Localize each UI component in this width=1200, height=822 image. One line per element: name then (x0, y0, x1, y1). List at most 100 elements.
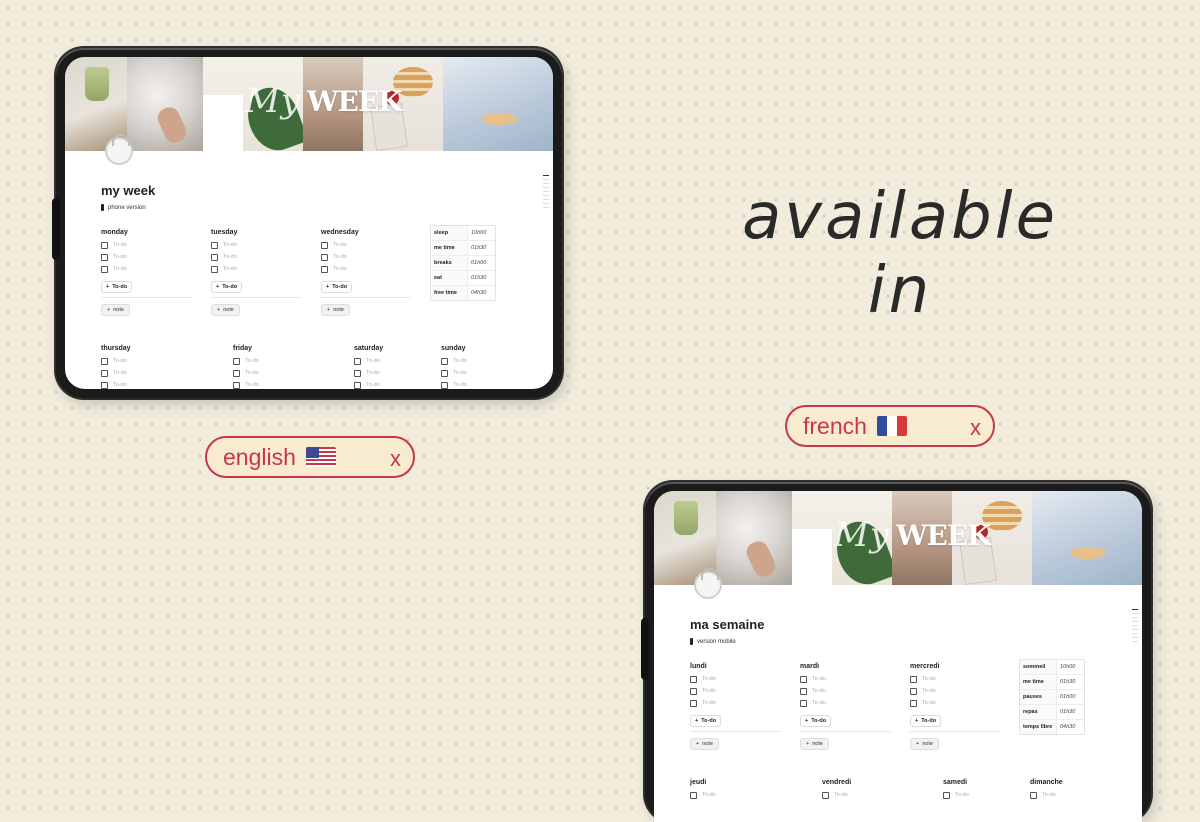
day-column-wednesday: wednesday To-do To-do To-do + To-do + note (321, 229, 413, 316)
cover-photo-breakfast (363, 57, 443, 151)
checkbox[interactable] (354, 357, 361, 365)
checkbox[interactable] (101, 241, 108, 249)
todo-item[interactable]: To-do (800, 673, 892, 685)
stat-label: sommeil (1020, 660, 1057, 674)
note-button[interactable]: + note (321, 304, 350, 316)
todo-item[interactable]: To-do (910, 685, 1002, 697)
page-content: my week phone version monday To-do To-do… (101, 177, 541, 389)
checkbox[interactable] (321, 253, 328, 261)
checkbox[interactable] (233, 357, 240, 365)
stat-row: repas 01h30 (1020, 704, 1084, 719)
close-icon[interactable]: x (970, 415, 981, 441)
cover-collage (654, 491, 1142, 585)
checkbox[interactable] (690, 675, 697, 683)
note-button[interactable]: + note (800, 738, 829, 750)
add-todo-label: To-do (222, 284, 238, 290)
checkbox[interactable] (690, 791, 697, 799)
checkbox[interactable] (690, 687, 697, 695)
checkbox[interactable] (101, 381, 108, 389)
checkbox[interactable] (354, 369, 361, 377)
add-todo-button[interactable]: + To-do (800, 715, 832, 727)
note-button[interactable]: + note (690, 738, 719, 750)
todo-item[interactable]: To-do (441, 355, 521, 367)
todo-item[interactable]: To-do (441, 379, 521, 389)
checkbox[interactable] (211, 265, 218, 273)
note-button[interactable]: + note (910, 738, 939, 750)
cover-photo-plant (203, 57, 303, 151)
divider (910, 731, 1000, 732)
add-todo-button[interactable]: + To-do (690, 715, 722, 727)
todo-item[interactable]: To-do (101, 251, 193, 263)
scroll-indicator[interactable] (1132, 609, 1138, 645)
checkbox[interactable] (233, 381, 240, 389)
todo-item[interactable]: To-do (800, 685, 892, 697)
checkbox[interactable] (800, 699, 807, 707)
checkbox[interactable] (101, 369, 108, 377)
checkbox[interactable] (441, 381, 448, 389)
todo-item[interactable]: To-do (354, 367, 446, 379)
todo-item[interactable]: To-do (690, 789, 782, 801)
todo-item[interactable]: To-do (101, 239, 193, 251)
checkbox[interactable] (910, 699, 917, 707)
english-pill[interactable]: english x (205, 436, 415, 478)
checkbox[interactable] (910, 687, 917, 695)
scroll-indicator[interactable] (543, 175, 549, 211)
checkbox[interactable] (233, 369, 240, 377)
todo-item[interactable]: To-do (690, 685, 782, 697)
stat-row: breaks 01h00 (431, 255, 495, 270)
close-icon[interactable]: x (390, 446, 401, 472)
checkbox[interactable] (101, 253, 108, 261)
todo-item[interactable]: To-do (211, 239, 303, 251)
checkbox[interactable] (321, 265, 328, 273)
todo-item[interactable]: To-do (441, 367, 521, 379)
todo-item[interactable]: To-do (101, 263, 193, 275)
note-button[interactable]: + note (101, 304, 130, 316)
checkbox[interactable] (943, 791, 950, 799)
add-todo-button[interactable]: + To-do (211, 281, 243, 293)
add-todo-button[interactable]: + To-do (321, 281, 353, 293)
todo-item[interactable]: To-do (800, 697, 892, 709)
todo-item[interactable]: To-do (101, 355, 193, 367)
todo-item[interactable]: To-do (233, 367, 325, 379)
add-todo-button[interactable]: + To-do (101, 281, 133, 293)
todo-item[interactable]: To-do (943, 789, 1035, 801)
todo-item[interactable]: To-do (321, 251, 413, 263)
checkbox[interactable] (800, 675, 807, 683)
todo-item[interactable]: To-do (690, 673, 782, 685)
todo-text: To-do (245, 382, 259, 388)
note-button[interactable]: + note (211, 304, 240, 316)
todo-item[interactable]: To-do (354, 379, 446, 389)
todo-item[interactable]: To-do (101, 367, 193, 379)
checkbox[interactable] (441, 369, 448, 377)
checkbox[interactable] (822, 791, 829, 799)
french-pill[interactable]: french x (785, 405, 995, 447)
todo-item[interactable]: To-do (211, 263, 303, 275)
checkbox[interactable] (800, 687, 807, 695)
todo-item[interactable]: To-do (233, 355, 325, 367)
todo-item[interactable]: To-do (321, 239, 413, 251)
todo-item[interactable]: To-do (1030, 789, 1110, 801)
todo-item[interactable]: To-do (354, 355, 446, 367)
checkbox[interactable] (690, 699, 697, 707)
checkbox[interactable] (101, 357, 108, 365)
checkbox[interactable] (211, 241, 218, 249)
checkbox[interactable] (211, 253, 218, 261)
todo-item[interactable]: To-do (822, 789, 914, 801)
checkbox[interactable] (1030, 791, 1037, 799)
checkbox[interactable] (910, 675, 917, 683)
checkbox[interactable] (321, 241, 328, 249)
todo-item[interactable]: To-do (101, 379, 193, 389)
todo-text: To-do (812, 700, 826, 706)
todo-item[interactable]: To-do (233, 379, 325, 389)
add-todo-button[interactable]: + To-do (910, 715, 942, 727)
checkbox[interactable] (441, 357, 448, 365)
add-todo-label: To-do (921, 718, 937, 724)
checkbox[interactable] (101, 265, 108, 273)
todo-item[interactable]: To-do (321, 263, 413, 275)
todo-item[interactable]: To-do (910, 673, 1002, 685)
todo-item[interactable]: To-do (910, 697, 1002, 709)
todo-item[interactable]: To-do (690, 697, 782, 709)
checkbox[interactable] (354, 381, 361, 389)
day-column-mardi: mardi To-do To-do To-do + To-do + note (800, 663, 892, 750)
todo-item[interactable]: To-do (211, 251, 303, 263)
